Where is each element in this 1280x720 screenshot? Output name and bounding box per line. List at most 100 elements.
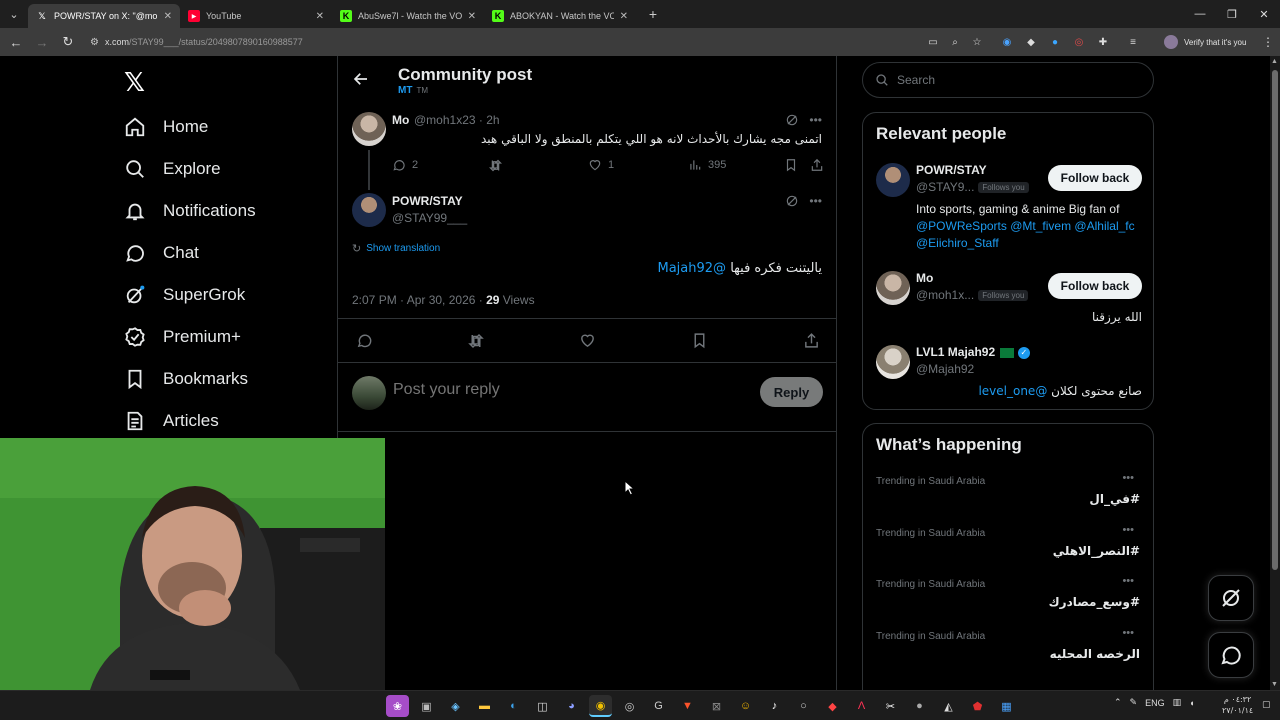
- more-icon[interactable]: •••: [809, 113, 822, 130]
- post-author-handle[interactable]: @STAY99___: [392, 211, 467, 225]
- store-icon[interactable]: ◫: [531, 695, 554, 717]
- app-red-icon[interactable]: ◆: [821, 695, 844, 717]
- extensions-puzzle-icon[interactable]: ✚: [1096, 33, 1110, 51]
- address-bar[interactable]: ⚙ x.com/STAY99___/status/204980789016098…: [82, 31, 927, 53]
- sidebar-item-home[interactable]: Home: [124, 106, 256, 148]
- reply-input[interactable]: [393, 381, 743, 399]
- sidebar-item-explore[interactable]: Explore: [124, 148, 256, 190]
- extension-shield-icon[interactable]: ◎: [1072, 33, 1086, 51]
- more-icon[interactable]: •••: [1122, 524, 1134, 536]
- follow-back-button[interactable]: Follow back: [1048, 165, 1142, 191]
- file-explorer-icon[interactable]: ▬: [473, 695, 496, 717]
- person-card[interactable]: POWR/STAY @STAY9... Follows you Follow ba…: [876, 163, 1142, 253]
- bookmark-button[interactable]: [784, 158, 804, 172]
- follow-back-button[interactable]: Follow back: [1048, 273, 1142, 299]
- zoom-icon[interactable]: ⌕: [948, 33, 962, 51]
- tray-pen-icon[interactable]: ✎: [1130, 697, 1138, 708]
- mention-link[interactable]: @level_one: [978, 384, 1047, 398]
- reply-button[interactable]: [356, 332, 379, 349]
- avatar[interactable]: [352, 193, 386, 227]
- scroll-up-icon[interactable]: ▲: [1271, 58, 1278, 65]
- community-name[interactable]: MT TM: [398, 85, 428, 96]
- extension-audio-icon[interactable]: ◉: [1000, 33, 1014, 51]
- tab-youtube[interactable]: ▶ YouTube ✕: [180, 4, 332, 28]
- like-button[interactable]: 1: [588, 158, 614, 172]
- tab-list-icon[interactable]: ≡: [1126, 33, 1140, 51]
- forward-icon[interactable]: →: [30, 30, 54, 54]
- obs-icon[interactable]: ◎: [618, 695, 641, 717]
- repost-button[interactable]: [467, 332, 491, 350]
- calculator-icon[interactable]: ▦: [995, 695, 1018, 717]
- share-button[interactable]: [803, 332, 826, 349]
- restore-icon[interactable]: ❐: [1216, 0, 1248, 28]
- more-icon[interactable]: •••: [1122, 627, 1134, 639]
- tab-search-icon[interactable]: ⌄: [0, 0, 28, 28]
- tab-abuswe7l[interactable]: K AbuSwe7l - Watch the VOD on ✕: [332, 4, 484, 28]
- chrome-icon[interactable]: ◉: [589, 695, 612, 717]
- show-translation-link[interactable]: ↻ Show translation: [352, 242, 440, 255]
- tray-expand-icon[interactable]: ⌃: [1114, 697, 1122, 708]
- whatsapp-icon[interactable]: ☺: [734, 695, 757, 717]
- person-card[interactable]: LVL1 Majah92 ✓ @Majah92 صانع محتوى لكلان…: [876, 345, 1142, 403]
- grok-icon[interactable]: [785, 194, 799, 211]
- language-indicator[interactable]: ENG: [1145, 698, 1165, 708]
- tab-abokyan[interactable]: K ABOKYAN - Watch the VOD on ✕: [484, 4, 636, 28]
- person-card[interactable]: Mo @moh1x... Follows you Follow back الله…: [876, 271, 1142, 327]
- more-icon[interactable]: •••: [809, 194, 822, 211]
- close-tab-icon[interactable]: ✕: [316, 11, 324, 22]
- edge-icon[interactable]: ◐: [502, 695, 525, 717]
- reply-submit-button[interactable]: Reply: [760, 377, 823, 407]
- post-timestamp[interactable]: 2:07 PM · Apr 30, 2026 ·: [352, 293, 486, 307]
- mention-link[interactable]: @Alhilal_fc: [1074, 219, 1134, 233]
- notification-icon[interactable]: ▢: [1262, 699, 1271, 710]
- close-window-icon[interactable]: ✕: [1248, 0, 1280, 28]
- mention-link[interactable]: @Eiichiro_Staff: [916, 236, 999, 250]
- app-g-icon[interactable]: G: [647, 695, 670, 717]
- like-button[interactable]: [579, 332, 602, 349]
- reply-button[interactable]: 2: [392, 158, 418, 172]
- network-icon[interactable]: ▥: [1173, 697, 1182, 708]
- brave-icon[interactable]: ▼: [676, 695, 699, 717]
- app-ring-icon[interactable]: ○: [792, 695, 815, 717]
- views-button[interactable]: 395: [688, 158, 726, 172]
- trend-item[interactable]: Trending in Saudi Arabia ••• #النصر_الاه…: [876, 524, 1142, 572]
- app-shield-icon[interactable]: ⬟: [966, 695, 989, 717]
- messages-float-button[interactable]: [1208, 632, 1254, 678]
- person-name[interactable]: LVL1 Majah92 ✓: [916, 345, 1030, 359]
- tiktok-icon[interactable]: ♪: [763, 695, 786, 717]
- new-tab-button[interactable]: +: [642, 3, 664, 25]
- app-a-icon[interactable]: Λ: [850, 695, 873, 717]
- sidebar-item-premium[interactable]: Premium+: [124, 316, 256, 358]
- grok-icon[interactable]: [785, 113, 799, 130]
- cast-icon[interactable]: ▭: [926, 33, 940, 51]
- repost-button[interactable]: [488, 158, 509, 173]
- sidebar-item-notifications[interactable]: Notifications: [124, 190, 256, 232]
- more-icon[interactable]: •••: [1122, 575, 1134, 587]
- close-tab-icon[interactable]: ✕: [164, 11, 172, 22]
- trend-item[interactable]: Trending in Saudi Arabia ••• #في_ال: [876, 472, 1142, 520]
- post-author-handle[interactable]: @moh1x23 · 2h: [414, 113, 500, 127]
- volume-icon[interactable]: ◖: [1189, 698, 1194, 708]
- extension-bird-icon[interactable]: ◆: [1024, 33, 1038, 51]
- mention-link[interactable]: @Majah92: [658, 261, 727, 276]
- mention-link[interactable]: @Mt_fivem: [1010, 219, 1071, 233]
- app-copilot-icon[interactable]: ◈: [444, 695, 467, 717]
- sidebar-item-chat[interactable]: Chat: [124, 232, 256, 274]
- xbox-icon[interactable]: ⊠: [705, 695, 728, 717]
- profile-chip[interactable]: Verify that it's you: [1158, 32, 1252, 52]
- app-emoji-icon[interactable]: ❀: [386, 695, 409, 717]
- post-author-name[interactable]: POWR/STAY: [392, 194, 463, 208]
- back-icon[interactable]: ←: [4, 30, 28, 54]
- grok-float-button[interactable]: [1208, 575, 1254, 621]
- capcut-icon[interactable]: ✂: [879, 695, 902, 717]
- avatar[interactable]: [352, 112, 386, 146]
- trend-item[interactable]: Trending in Saudi Arabia ••• #وسع_مصادرك: [876, 575, 1142, 623]
- x-logo[interactable]: 𝕏: [124, 68, 145, 98]
- avatar[interactable]: [876, 163, 910, 197]
- person-name[interactable]: POWR/STAY: [916, 163, 987, 177]
- browser-menu-icon[interactable]: ⋮: [1262, 35, 1274, 49]
- page-scrollbar[interactable]: ▲ ▼: [1270, 56, 1280, 690]
- star-icon[interactable]: ☆: [970, 33, 984, 51]
- extension-cloud-icon[interactable]: ●: [1048, 33, 1062, 51]
- person-name[interactable]: Mo: [916, 271, 933, 285]
